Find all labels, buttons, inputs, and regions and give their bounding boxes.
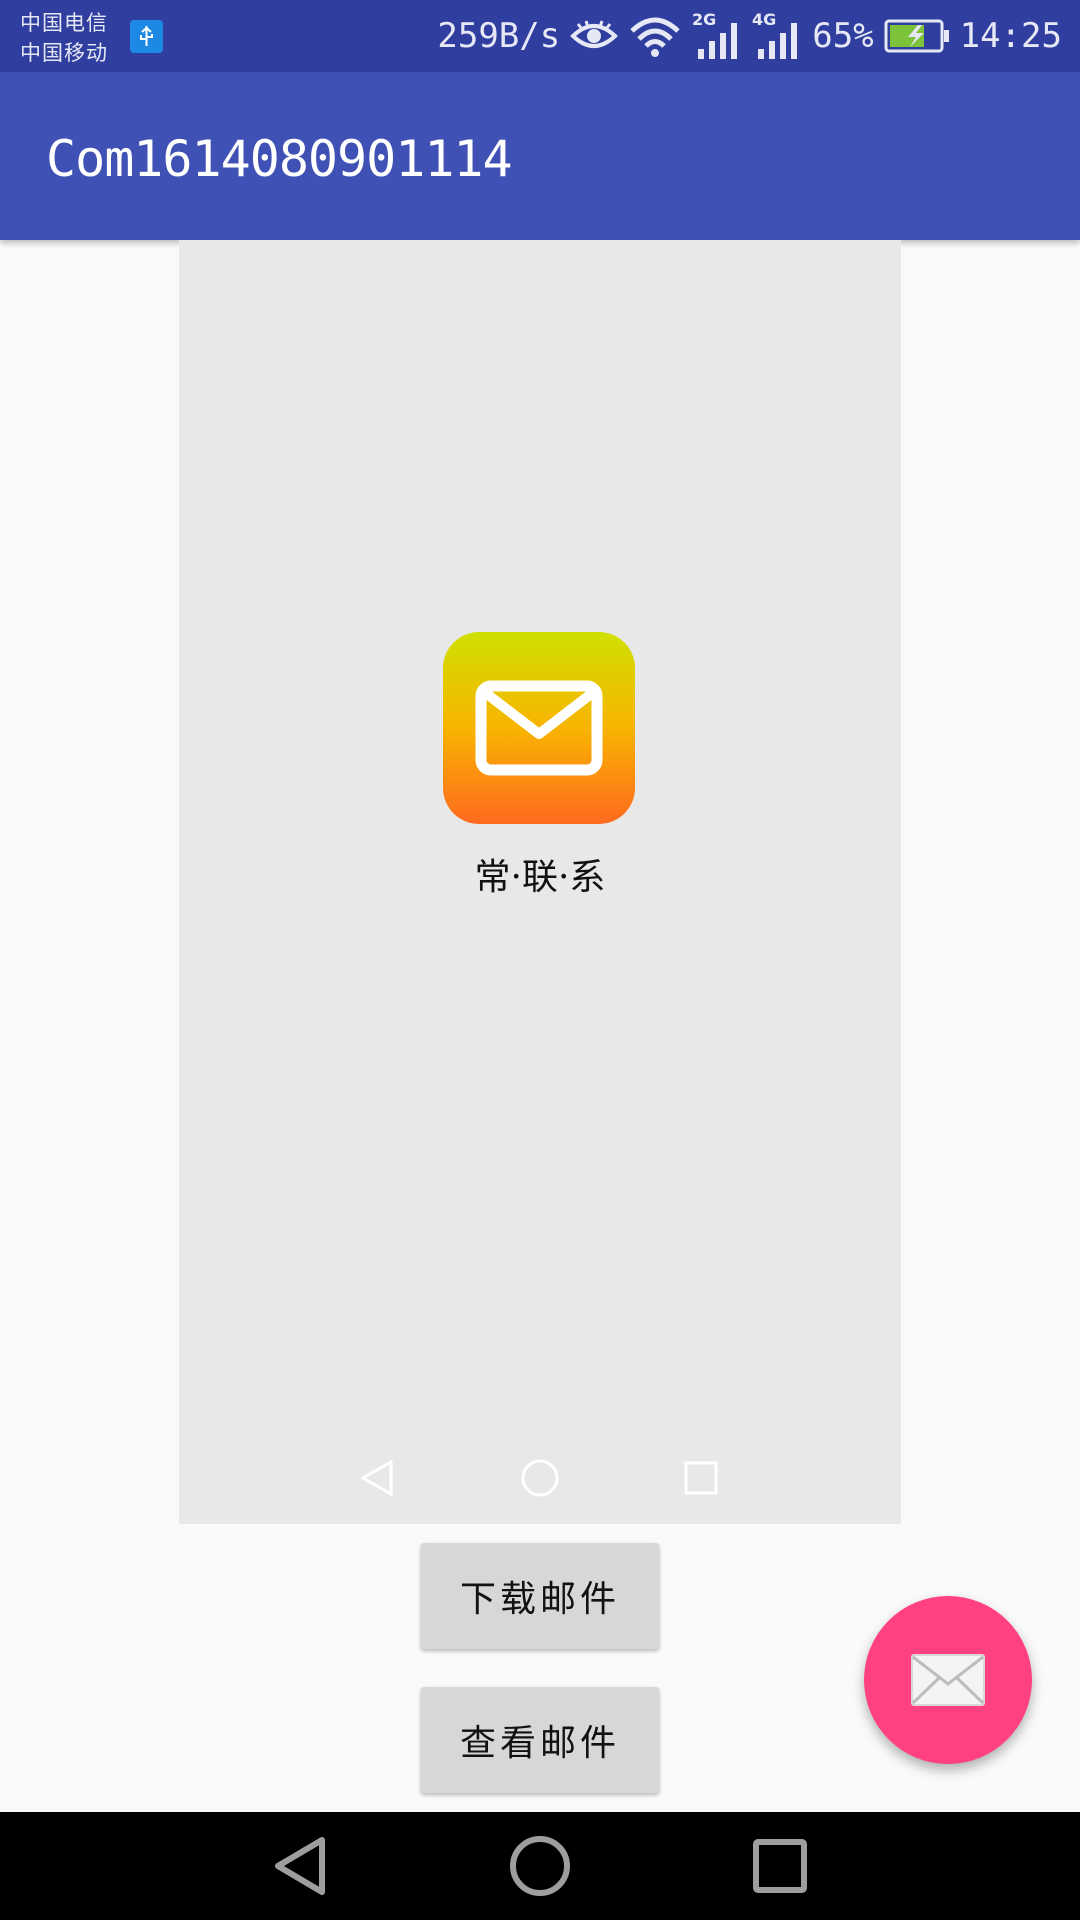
mail-icon [911, 1654, 985, 1706]
home-icon [520, 1458, 560, 1502]
embedded-nav-bar [179, 1458, 901, 1508]
battery-charging-icon [884, 19, 950, 53]
compose-mail-fab[interactable] [864, 1596, 1032, 1764]
nav-home-button[interactable] [470, 1812, 610, 1920]
signal-2g-icon: 2G [692, 11, 742, 61]
clock: 14:25 [959, 16, 1062, 56]
back-icon [275, 1837, 325, 1895]
carrier-2: 中国移动 [20, 41, 108, 65]
recents-icon [753, 1839, 807, 1893]
nav-recents-button[interactable] [710, 1812, 850, 1920]
wifi-icon [628, 15, 682, 57]
home-icon [510, 1836, 570, 1896]
app-bar: Com1614080901114 [0, 72, 1080, 240]
back-icon [359, 1458, 395, 1502]
download-mail-button[interactable]: 下载邮件 [421, 1543, 659, 1649]
svg-text:4G: 4G [752, 11, 776, 29]
eye-icon [570, 18, 619, 54]
status-right: 259B/s 2G 4G 65% 14:25 [437, 0, 1062, 72]
splash-preview: 常·联·系 [179, 240, 901, 1524]
signal-4g-icon: 4G [752, 11, 802, 61]
nav-back-button[interactable] [230, 1812, 370, 1920]
battery-percent: 65% [812, 16, 874, 56]
app-logo-text: 常·联·系 [474, 857, 606, 898]
system-nav-bar [0, 1812, 1080, 1920]
envelope-icon [443, 632, 635, 824]
app-title: Com1614080901114 [46, 130, 513, 188]
usb-icon [130, 20, 163, 53]
network-speed: 259B/s [437, 16, 561, 56]
recents-icon [683, 1458, 719, 1502]
svg-text:2G: 2G [692, 11, 716, 29]
status-bar: 中国电信 中国移动 259B/s 2G 4G 65% 14:25 [0, 0, 1080, 72]
carrier-1: 中国电信 [20, 11, 108, 35]
carrier-names: 中国电信 中国移动 [20, 8, 108, 68]
view-mail-button[interactable]: 查看邮件 [421, 1687, 659, 1793]
